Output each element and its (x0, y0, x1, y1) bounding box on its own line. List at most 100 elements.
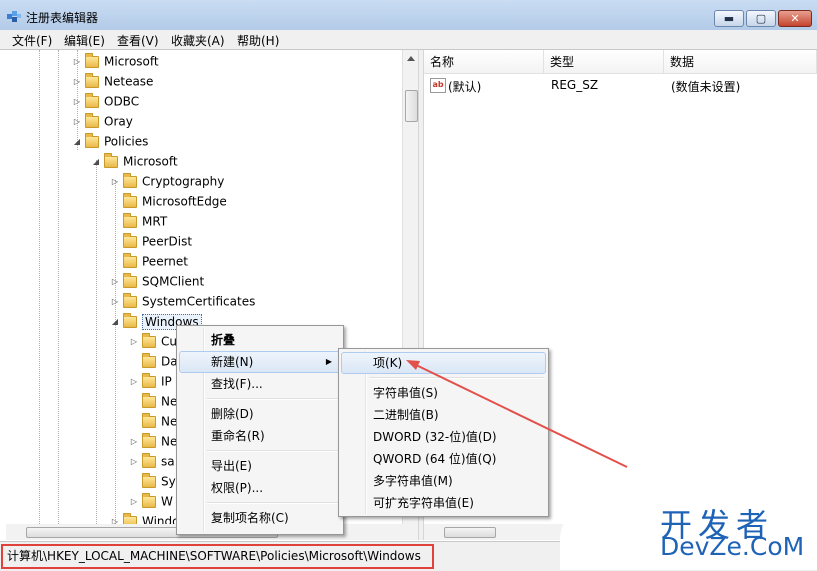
tree-node-child[interactable]: ▷ IP (129, 371, 172, 391)
menu-file[interactable]: 文件(F) (12, 32, 52, 49)
menu-help[interactable]: 帮助(H) (237, 32, 279, 49)
menu-item-find[interactable]: 查找(F)... (179, 373, 341, 395)
minimize-button[interactable]: ▬ (714, 10, 744, 27)
column-header-type[interactable]: 类型 (544, 50, 664, 74)
menu-edit[interactable]: 编辑(E) (64, 32, 105, 49)
tree-node-child[interactable]: ▷ sa (129, 451, 175, 471)
tree-node-systemcertificates[interactable]: ▷ SystemCertificates (110, 291, 255, 311)
tree-node-peerdist[interactable]: PeerDist (110, 231, 192, 251)
menu-bar: 文件(F) 编辑(E) 查看(V) 收藏夹(A) 帮助(H) (0, 30, 817, 50)
menu-favorites[interactable]: 收藏夹(A) (171, 32, 225, 49)
expand-icon[interactable]: ▷ (129, 372, 139, 392)
folder-icon (104, 152, 118, 168)
tree-node-child[interactable]: Ne (129, 391, 177, 411)
tree-node-netease[interactable]: ▷ Netease (72, 71, 153, 91)
folder-icon (85, 72, 99, 88)
new-submenu: 项(K) 字符串值(S) 二进制值(B) DWORD (32-位)值(D) QW… (338, 348, 549, 517)
menu-item-export[interactable]: 导出(E) (179, 455, 341, 477)
expand-icon[interactable]: ▷ (72, 72, 82, 92)
menu-item-multi-string-value[interactable]: 多字符串值(M) (341, 470, 546, 492)
expand-icon[interactable]: ▷ (129, 452, 139, 472)
tree-node-child[interactable]: Da (129, 351, 178, 371)
collapse-icon[interactable]: ◢ (110, 312, 120, 332)
menu-item-copy-key-name[interactable]: 复制项名称(C) (179, 507, 341, 529)
menu-item-qword-value[interactable]: QWORD (64 位)值(Q) (341, 448, 546, 470)
tree-node-child[interactable]: Ne (129, 411, 177, 431)
tree-node-windows-sibling[interactable]: ▷ Windo (110, 511, 180, 524)
menu-item-collapse[interactable]: 折叠 (179, 329, 341, 351)
expand-icon[interactable]: ▷ (110, 172, 120, 192)
menu-item-delete[interactable]: 删除(D) (179, 403, 341, 425)
tree-node-policies-microsoft[interactable]: ◢ Microsoft (91, 151, 178, 171)
tree-node-label: PeerDist (142, 234, 193, 249)
menu-item-rename[interactable]: 重命名(R) (179, 425, 341, 447)
folder-icon (142, 372, 156, 388)
folder-icon (142, 432, 156, 448)
tree-node-microsoft[interactable]: ▷ Microsoft (72, 51, 159, 71)
menu-item-new-key[interactable]: 项(K) (341, 352, 546, 374)
scroll-up-icon[interactable] (407, 56, 415, 61)
menu-separator (207, 398, 339, 400)
expand-icon[interactable]: ▷ (110, 512, 120, 525)
collapse-icon[interactable]: ◢ (72, 132, 82, 152)
tree-node-label: Oray (104, 114, 133, 129)
menu-view[interactable]: 查看(V) (117, 32, 159, 49)
menu-item-dword-value[interactable]: DWORD (32-位)值(D) (341, 426, 546, 448)
scroll-thumb[interactable] (405, 90, 418, 122)
menu-separator (207, 502, 339, 504)
tree-node-label: IP (161, 374, 172, 389)
tree-node-oray[interactable]: ▷ Oray (72, 111, 133, 131)
tree-node-child[interactable]: ▷ W (129, 491, 173, 511)
tree-node-label: SystemCertificates (142, 294, 256, 309)
expand-icon[interactable]: ▷ (129, 432, 139, 452)
maximize-button[interactable]: ▢ (746, 10, 776, 27)
expand-icon[interactable]: ▷ (72, 52, 82, 72)
tree-node-child[interactable]: Sy (129, 471, 176, 491)
folder-icon (142, 352, 156, 368)
expand-icon[interactable]: ▷ (72, 92, 82, 112)
menu-item-new[interactable]: 新建(N) ▶ (179, 351, 341, 373)
column-header-name[interactable]: 名称 (424, 50, 544, 74)
tree-node-odbc[interactable]: ▷ ODBC (72, 91, 139, 111)
title-bar[interactable]: 注册表编辑器 ▬ ▢ ✕ (0, 0, 817, 30)
expand-icon[interactable]: ▷ (110, 292, 120, 312)
tree-node-label: ODBC (104, 94, 140, 109)
tree-node-label: Windo (142, 514, 180, 525)
tree-node-microsoftedge[interactable]: MicrosoftEdge (110, 191, 227, 211)
menu-item-binary-value[interactable]: 二进制值(B) (341, 404, 546, 426)
tree-node-sqmclient[interactable]: ▷ SQMClient (110, 271, 204, 291)
tree-node-label: Cu (161, 334, 177, 349)
tree-node-label: SQMClient (142, 274, 205, 289)
tree-node-label: W (161, 494, 173, 509)
folder-icon (123, 192, 137, 208)
tree-node-peernet[interactable]: Peernet (110, 251, 188, 271)
tree-node-label: Ne (161, 394, 178, 409)
tree-node-label: MicrosoftEdge (142, 194, 227, 209)
menu-item-expandable-string-value[interactable]: 可扩充字符串值(E) (341, 492, 546, 514)
window-title: 注册表编辑器 (26, 11, 99, 25)
expand-icon[interactable]: ▷ (110, 272, 120, 292)
tree-node-cryptography[interactable]: ▷ Cryptography (110, 171, 224, 191)
menu-item-string-value[interactable]: 字符串值(S) (341, 382, 546, 404)
scroll-thumb[interactable] (444, 527, 496, 538)
folder-icon (123, 512, 137, 524)
expand-icon[interactable]: ▷ (129, 492, 139, 512)
tree-node-label: Netease (104, 74, 154, 89)
close-button[interactable]: ✕ (778, 10, 812, 27)
tree-node-child[interactable]: ▷ Cu (129, 331, 177, 351)
maximize-icon: ▢ (755, 12, 767, 25)
menu-separator (207, 450, 339, 452)
value-name[interactable]: (默认) (448, 78, 481, 95)
collapse-icon[interactable]: ◢ (91, 152, 101, 172)
menu-item-permissions[interactable]: 权限(P)... (179, 477, 341, 499)
folder-icon (85, 52, 99, 68)
folder-icon (123, 172, 137, 188)
expand-icon[interactable]: ▷ (129, 332, 139, 352)
expand-icon[interactable]: ▷ (72, 112, 82, 132)
tree-node-policies[interactable]: ◢ Policies (72, 131, 148, 151)
value-data: (数值未设置) (671, 80, 741, 94)
tree-node-child[interactable]: ▷ Ne (129, 431, 177, 451)
column-header-data[interactable]: 数据 (664, 50, 817, 74)
folder-icon (142, 412, 156, 428)
tree-node-mrt[interactable]: MRT (110, 211, 167, 231)
